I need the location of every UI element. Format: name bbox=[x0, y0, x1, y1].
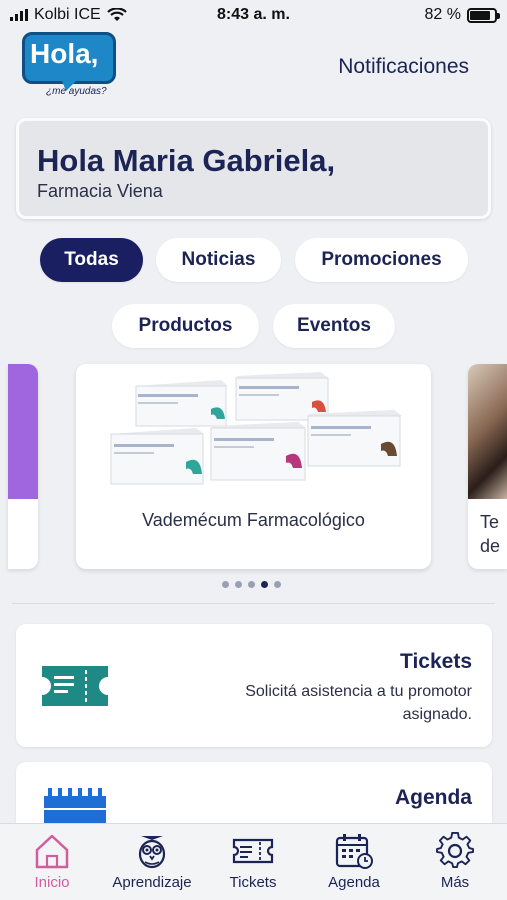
calendar-tab-icon bbox=[335, 834, 373, 869]
filter-chip-eventos[interactable]: Eventos bbox=[273, 304, 395, 348]
tab-agenda[interactable]: Agenda bbox=[304, 832, 404, 891]
agenda-card[interactable]: Agenda bbox=[16, 762, 492, 823]
battery-icon bbox=[467, 7, 500, 23]
tickets-card-title: Tickets bbox=[400, 650, 472, 673]
tab-tickets[interactable]: Tickets bbox=[203, 832, 303, 891]
filter-chip-noticias[interactable]: Noticias bbox=[156, 238, 281, 282]
tickets-card-description: Solicitá asistencia a tu promotor asigna… bbox=[245, 683, 472, 723]
home-icon bbox=[35, 834, 69, 869]
filter-chip-promociones[interactable]: Promociones bbox=[295, 238, 468, 282]
calendar-icon bbox=[44, 788, 106, 823]
agenda-card-title: Agenda bbox=[394, 786, 472, 809]
app-logo: Hola, ¿me ayudas? bbox=[22, 32, 120, 100]
carousel-dot[interactable] bbox=[261, 581, 268, 588]
carousel-dot[interactable] bbox=[248, 581, 255, 588]
owl-icon bbox=[138, 836, 166, 869]
tab-label-inicio: Inicio bbox=[34, 874, 70, 891]
carousel-dot[interactable] bbox=[222, 581, 229, 588]
logo-text: Hola, bbox=[30, 38, 99, 69]
tab-inicio[interactable]: Inicio bbox=[2, 832, 102, 891]
gear-icon bbox=[436, 832, 474, 869]
ticket-tab-icon bbox=[232, 838, 274, 864]
tab-mas[interactable]: Más bbox=[405, 832, 505, 891]
tab-label-aprendizaje: Aprendizaje bbox=[112, 874, 192, 891]
carousel-card-previous[interactable] bbox=[8, 364, 38, 569]
status-bar: Kolbi ICE 8:43 a. m. 82 % bbox=[0, 0, 507, 30]
tab-aprendizaje[interactable]: Aprendizaje bbox=[102, 832, 202, 891]
next-card-caption: Te de bbox=[480, 512, 501, 556]
carousel-pagination[interactable] bbox=[222, 581, 281, 588]
next-card-image bbox=[468, 364, 507, 499]
tab-label-tickets: Tickets bbox=[229, 874, 277, 891]
tab-label-mas: Más bbox=[440, 874, 470, 891]
status-right: 82 % bbox=[424, 6, 500, 24]
bottom-tab-bar: Inicio Aprendizaje Tickets Agenda Más bbox=[0, 823, 507, 900]
previous-card-image bbox=[8, 364, 38, 499]
carousel-card-vademecum[interactable]: Vademécum Farmacológico bbox=[76, 364, 431, 569]
tickets-card[interactable]: Tickets Solicitá asistencia a tu promoto… bbox=[16, 624, 492, 747]
pharmacy-name: Farmacia Viena bbox=[37, 181, 163, 201]
section-divider bbox=[12, 603, 495, 604]
carousel-dot[interactable] bbox=[235, 581, 242, 588]
battery-percent: 82 % bbox=[424, 6, 461, 23]
filter-chip-productos[interactable]: Productos bbox=[112, 304, 259, 348]
greeting-title: Hola Maria Gabriela, bbox=[37, 143, 336, 178]
carousel-card-next[interactable]: Te de bbox=[468, 364, 507, 569]
ticket-icon bbox=[42, 666, 108, 706]
carousel-dot[interactable] bbox=[274, 581, 281, 588]
product-boxes-image bbox=[110, 372, 402, 485]
logo-subtext: ¿me ayudas? bbox=[46, 86, 107, 97]
tab-label-agenda: Agenda bbox=[328, 874, 380, 891]
greeting-card: Hola Maria Gabriela, Farmacia Viena bbox=[16, 118, 491, 219]
carousel-caption: Vademécum Farmacológico bbox=[142, 510, 365, 530]
filter-chip-todas[interactable]: Todas bbox=[40, 238, 143, 282]
notifications-link[interactable]: Notificaciones bbox=[338, 55, 469, 79]
